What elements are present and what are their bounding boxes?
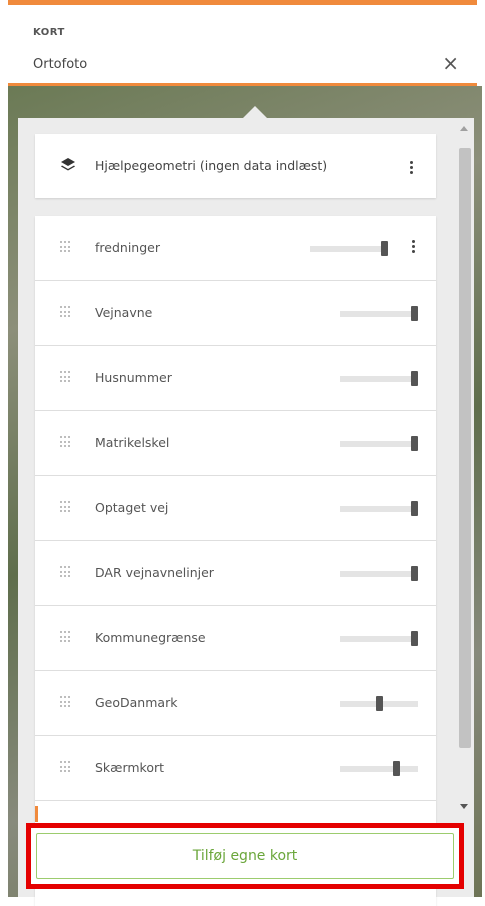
layer-row[interactable]: Kommunegrænse xyxy=(35,606,436,671)
layer-row[interactable]: Optaget vej xyxy=(35,476,436,541)
layer-name: Optaget vej xyxy=(95,500,169,515)
panel-pointer xyxy=(243,106,267,118)
add-own-maps-button[interactable]: Tilføj egne kort xyxy=(36,833,454,879)
drag-handle-icon[interactable] xyxy=(60,631,70,643)
drag-handle-icon[interactable] xyxy=(60,501,70,513)
layer-row[interactable]: Vejnavne xyxy=(35,281,436,346)
helper-geometry-card: Hjælpegeometri (ingen data indlæst) xyxy=(35,134,436,198)
drag-handle-icon[interactable] xyxy=(60,371,70,383)
opacity-slider[interactable] xyxy=(340,566,418,581)
close-icon[interactable]: × xyxy=(442,53,459,73)
layer-name: fredninger xyxy=(95,240,160,255)
layer-row[interactable]: Skærmkort xyxy=(35,736,436,801)
drag-handle-icon[interactable] xyxy=(60,436,70,448)
scrollbar-thumb[interactable] xyxy=(459,148,471,748)
layer-name: Kommunegrænse xyxy=(95,630,206,645)
layer-name: Skærmkort xyxy=(95,760,165,775)
layer-row[interactable]: fredninger xyxy=(35,216,436,281)
layer-row[interactable]: DAR vejnavnelinjer xyxy=(35,541,436,606)
more-icon[interactable] xyxy=(406,159,416,177)
scroll-down-icon[interactable] xyxy=(460,804,468,809)
layers-icon xyxy=(61,158,75,171)
opacity-slider[interactable] xyxy=(340,436,418,451)
opacity-slider[interactable] xyxy=(310,241,388,256)
drag-handle-icon[interactable] xyxy=(60,566,70,578)
layer-row[interactable]: Husnummer xyxy=(35,346,436,411)
opacity-slider[interactable] xyxy=(340,631,418,646)
layer-name: GeoDanmark xyxy=(95,695,178,710)
accent-edge xyxy=(35,806,38,822)
opacity-slider[interactable] xyxy=(340,306,418,321)
drag-handle-icon[interactable] xyxy=(60,241,70,253)
scrollbar[interactable] xyxy=(455,118,474,817)
opacity-slider[interactable] xyxy=(340,761,418,776)
layer-row[interactable]: Matrikelskel xyxy=(35,411,436,476)
slider-thumb[interactable] xyxy=(411,631,418,646)
drag-handle-icon[interactable] xyxy=(60,696,70,708)
drag-handle-icon[interactable] xyxy=(60,306,70,318)
layer-panel: Hjælpegeometri (ingen data indlæst) fred… xyxy=(18,118,474,906)
slider-thumb[interactable] xyxy=(393,761,400,776)
add-button-highlight: Tilføj egne kort xyxy=(26,823,464,889)
slider-thumb[interactable] xyxy=(376,696,383,711)
scroll-up-icon[interactable] xyxy=(460,126,468,131)
opacity-slider[interactable] xyxy=(340,501,418,516)
opacity-slider[interactable] xyxy=(340,371,418,386)
slider-thumb[interactable] xyxy=(411,436,418,451)
opacity-slider[interactable] xyxy=(340,696,418,711)
helper-geometry-label: Hjælpegeometri (ingen data indlæst) xyxy=(95,158,328,173)
map-selector-header[interactable]: KORT Ortofoto × xyxy=(8,0,477,86)
layer-row[interactable]: GeoDanmark xyxy=(35,671,436,736)
layer-name: Vejnavne xyxy=(95,305,153,320)
layer-name: Matrikelskel xyxy=(95,435,170,450)
layer-name: DAR vejnavnelinjer xyxy=(95,565,214,580)
layer-list: fredninger Vejnavne Husnummer Matrikelskel O… xyxy=(35,216,436,906)
slider-thumb[interactable] xyxy=(411,566,418,581)
drag-handle-icon[interactable] xyxy=(60,761,70,773)
selected-map: Ortofoto xyxy=(33,57,88,72)
more-icon[interactable] xyxy=(408,238,418,256)
slider-thumb[interactable] xyxy=(381,241,388,256)
slider-thumb[interactable] xyxy=(411,306,418,321)
layer-name: Husnummer xyxy=(95,370,172,385)
slider-thumb[interactable] xyxy=(411,501,418,516)
slider-thumb[interactable] xyxy=(411,371,418,386)
section-title: KORT xyxy=(33,27,65,38)
